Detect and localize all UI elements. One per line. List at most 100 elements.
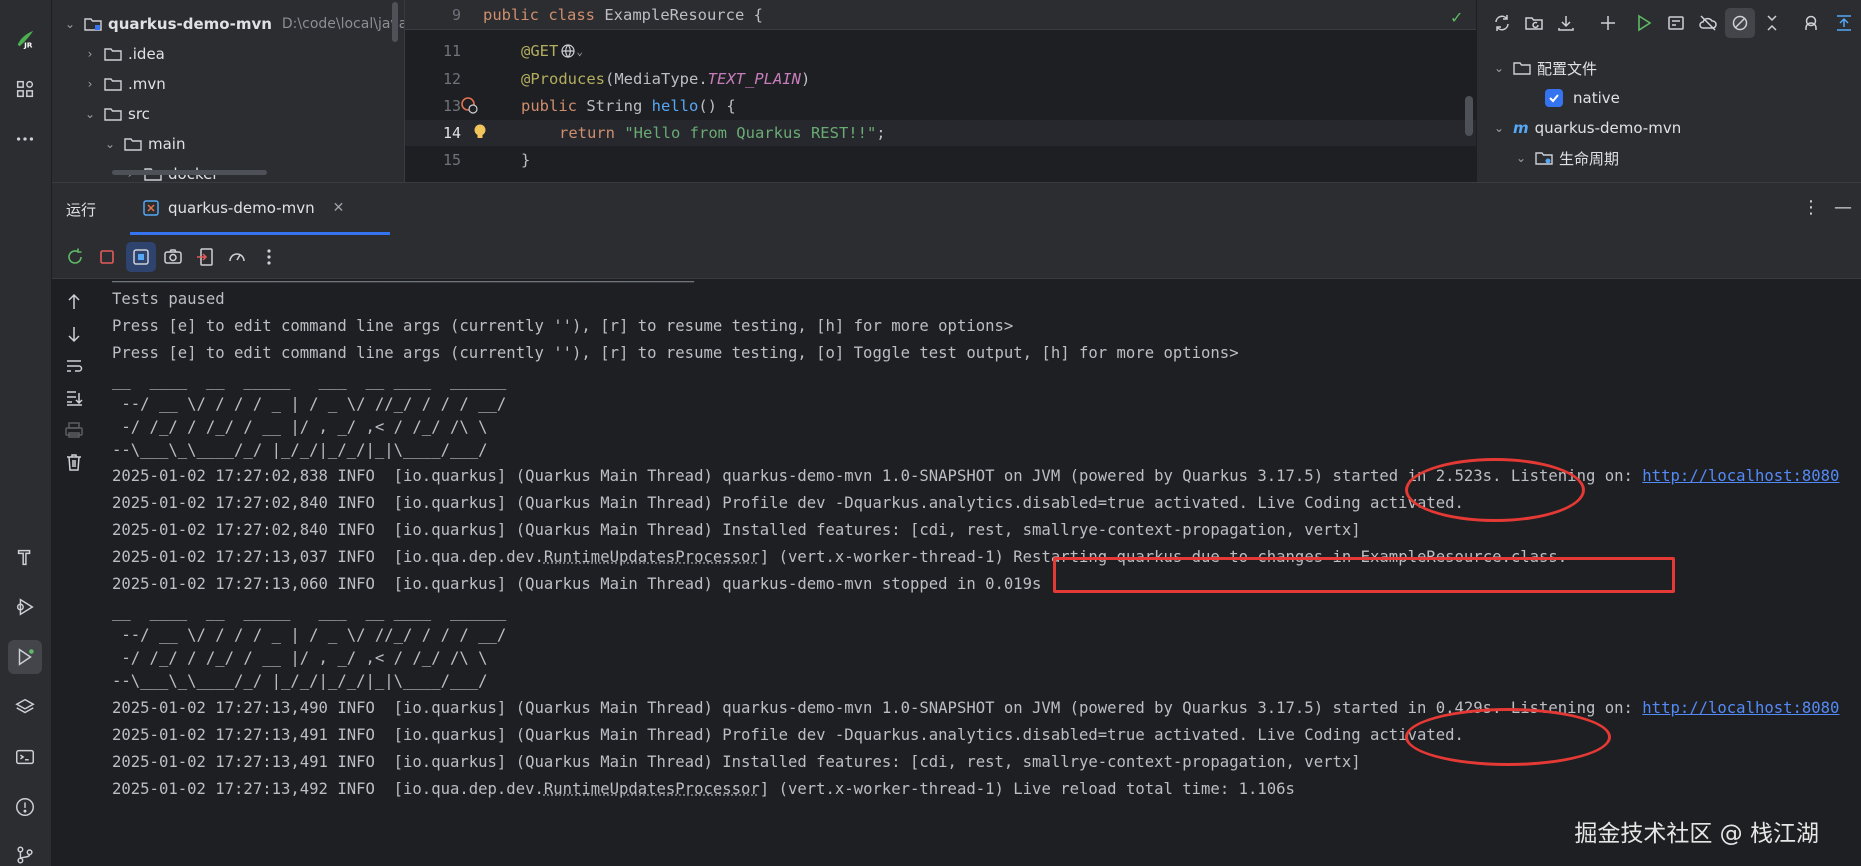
chevron-down-icon[interactable]: ⌄ [82,107,98,121]
line-number: 12 [405,70,461,88]
code-line-current: return "Hello from Quarkus REST!!"; [483,120,1463,146]
tree-item-idea[interactable]: › .idea [82,40,165,68]
profiler-gauge-icon[interactable] [222,242,252,272]
maven-project[interactable]: ⌄ m quarkus-demo-mvn [1491,114,1681,142]
terminal-icon[interactable] [8,740,42,774]
run-toolbar [52,235,1861,279]
log-line: 2025-01-02 17:27:13,491 INFO [io.quarkus… [112,749,1361,775]
layers-icon[interactable] [8,690,42,724]
chevron-down-icon[interactable]: ⌄ [576,45,583,58]
build-hammer-icon[interactable] [8,540,42,574]
arrow-down-icon[interactable] [59,319,89,349]
annotation-box-restart-message [1053,557,1675,593]
maven-toolbar [1477,8,1861,42]
execute-goal-icon[interactable] [1661,8,1691,38]
structure-icon[interactable] [8,72,42,106]
line-number: 11 [405,42,461,60]
trash-icon[interactable] [59,447,89,477]
chevron-down-icon[interactable]: ⌄ [1513,151,1529,165]
no-problems-check-icon[interactable]: ✓ [1450,8,1463,27]
stop-icon[interactable] [92,242,122,272]
close-icon[interactable]: ✕ [333,200,345,216]
exit-icon[interactable] [190,242,220,272]
native-profile-checkbox[interactable] [1545,89,1563,107]
log-line: 2025-01-02 17:27:02,840 INFO [io.quarkus… [112,517,1361,543]
run-tab-label: quarkus-demo-mvn [168,199,315,217]
maven-m-icon: m [1513,119,1529,137]
restore-layout-icon[interactable] [126,242,156,272]
run-tool-icon[interactable] [8,640,42,674]
line-number: 9 [405,6,461,24]
chevron-down-icon[interactable]: ⌄ [1491,121,1507,135]
generate-sources-icon[interactable] [1519,8,1549,38]
editor-scrollbar[interactable] [1465,96,1473,136]
code-line: @Produces (MediaType. TEXT_PLAIN) [483,66,1463,92]
annotation-oval-startup-time-2 [1405,708,1611,766]
tree-item-src[interactable]: ⌄ src [82,100,150,128]
chevron-down-icon[interactable]: ⌄ [1491,61,1507,75]
services-icon[interactable] [8,590,42,624]
soft-wrap-icon[interactable] [59,351,89,381]
vertical-scrollbar[interactable] [392,2,398,42]
minimize-icon[interactable]: — [1834,197,1852,218]
tree-item-path: D:\code\local\java [282,16,404,32]
folder-icon [104,76,122,92]
chevron-right-icon[interactable]: › [82,77,98,91]
download-icon[interactable] [1551,8,1581,38]
add-icon[interactable] [1593,8,1623,38]
folder-icon [124,136,142,152]
code-editor[interactable]: 9 11 12 13 14 15 public class ExampleRes… [404,0,1476,182]
lifecycle-folder-icon [1535,150,1553,166]
endpoint-gutter-icon[interactable] [460,96,478,114]
chevron-right-icon[interactable]: › [82,47,98,61]
console-side-toolbar [52,279,96,866]
localhost-link[interactable]: http://localhost:8080 [1642,699,1839,717]
collapse-icon[interactable] [1757,8,1787,38]
show-diagram-icon[interactable] [1829,8,1859,38]
more-icon[interactable] [8,122,42,156]
tree-item-mvn[interactable]: › .mvn [82,70,166,98]
quarkus-run-config-icon [142,199,160,217]
svg-text:JR: JR [23,40,33,49]
analyze-dependencies-icon[interactable] [1797,8,1827,38]
arrow-up-icon[interactable] [59,287,89,317]
jrebel-logo-icon[interactable]: JR [8,22,42,56]
module-folder-icon [84,16,102,32]
rerun-icon[interactable] [60,242,90,272]
options-menu-icon[interactable]: ⋮ [1802,197,1820,218]
more-actions-icon[interactable] [254,242,284,272]
maven-profiles[interactable]: ⌄ 配置文件 [1491,54,1597,82]
tree-item-root[interactable]: ⌄ quarkus-demo-mvn D:\code\local\java [62,10,404,38]
reload-icon[interactable] [1487,8,1517,38]
code-line: public class ExampleResource { [483,2,1463,28]
run-tab-quarkus[interactable]: quarkus-demo-mvn ✕ [130,183,390,235]
top-region: ⌄ quarkus-demo-mvn D:\code\local\java › … [52,0,1861,182]
git-icon[interactable] [8,838,42,866]
log-line: 2025-01-02 17:27:02,840 INFO [io.quarkus… [112,490,1464,516]
watermark: 掘金技术社区 @ 栈江湖 [1574,814,1819,848]
problems-icon[interactable] [8,790,42,824]
offline-mode-icon[interactable] [1693,8,1723,38]
skip-tests-icon[interactable] [1725,8,1755,38]
globe-icon[interactable] [560,43,576,59]
quarkus-banner-line: --\___\_\____/_/ |_/_/|_/_/|_|\____/___/ [112,437,516,463]
chevron-down-icon[interactable]: ⌄ [62,17,78,31]
log-line: 2025-01-02 17:27:13,491 INFO [io.quarkus… [112,722,1464,748]
localhost-link[interactable]: http://localhost:8080 [1642,467,1839,485]
scroll-to-end-icon[interactable] [59,383,89,413]
tree-item-label: .mvn [128,75,166,93]
horizontal-scrollbar[interactable] [112,170,267,175]
profile-native[interactable]: native [1545,84,1620,112]
print-icon[interactable] [59,415,89,445]
tree-item-main[interactable]: ⌄ main [102,130,185,158]
run-icon[interactable] [1629,8,1659,38]
run-panel-title: 运行 [66,199,96,220]
screenshot-icon[interactable] [158,242,188,272]
tree-item-label: src [128,105,150,123]
maven-lifecycle[interactable]: ⌄ 生命周期 [1513,144,1619,172]
chevron-down-icon[interactable]: ⌄ [102,137,118,151]
line-number: 15 [405,151,461,169]
project-tree: ⌄ quarkus-demo-mvn D:\code\local\java › … [52,0,404,182]
folder-icon [104,46,122,62]
code-line: } [483,147,1463,173]
